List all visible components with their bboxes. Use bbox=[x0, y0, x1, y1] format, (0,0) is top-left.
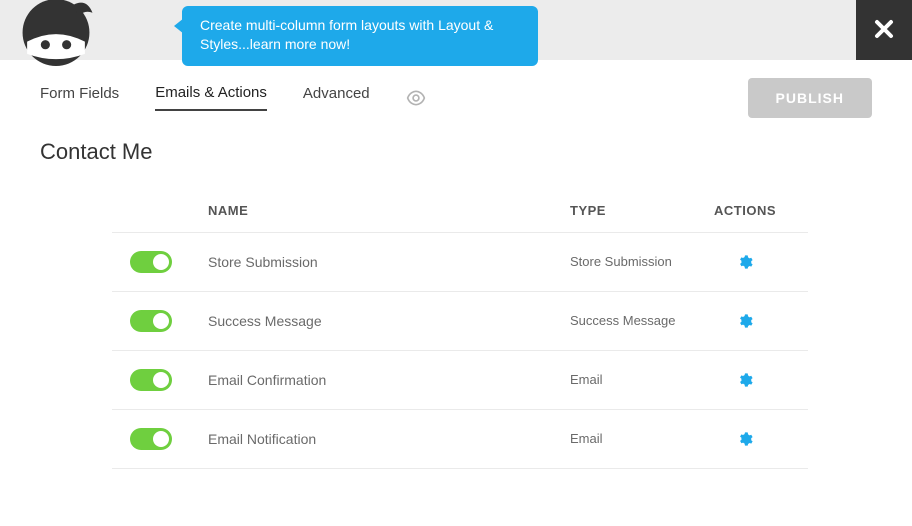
row-type: Store Submission bbox=[570, 253, 700, 271]
col-head-actions: ACTIONS bbox=[700, 203, 790, 218]
table-row: Email Confirmation Email bbox=[112, 350, 808, 409]
gear-icon[interactable] bbox=[737, 431, 753, 447]
toggle-switch[interactable] bbox=[130, 251, 172, 273]
ninja-logo bbox=[18, 0, 94, 66]
toggle-switch[interactable] bbox=[130, 428, 172, 450]
close-button[interactable] bbox=[856, 0, 912, 60]
tab-row: Form Fields Emails & Actions Advanced PU… bbox=[40, 84, 872, 111]
row-name[interactable]: Email Notification bbox=[208, 431, 570, 447]
top-banner: Create multi-column form layouts with La… bbox=[0, 0, 912, 60]
preview-icon[interactable] bbox=[406, 88, 426, 108]
table-header: NAME TYPE ACTIONS bbox=[112, 193, 808, 232]
gear-icon[interactable] bbox=[737, 313, 753, 329]
row-name[interactable]: Success Message bbox=[208, 313, 570, 329]
table-row: Store Submission Store Submission bbox=[112, 232, 808, 291]
main: Form Fields Emails & Actions Advanced PU… bbox=[0, 60, 912, 469]
publish-button[interactable]: PUBLISH bbox=[748, 78, 872, 118]
table-row: Email Notification Email bbox=[112, 409, 808, 469]
row-type: Email bbox=[570, 430, 700, 448]
tab-form-fields[interactable]: Form Fields bbox=[40, 85, 119, 110]
toggle-switch[interactable] bbox=[130, 310, 172, 332]
tab-advanced[interactable]: Advanced bbox=[303, 85, 370, 110]
page-title: Contact Me bbox=[40, 139, 872, 165]
gear-icon[interactable] bbox=[737, 254, 753, 270]
row-name[interactable]: Email Confirmation bbox=[208, 372, 570, 388]
gear-icon[interactable] bbox=[737, 372, 753, 388]
row-type: Success Message bbox=[570, 312, 700, 330]
promo-bubble[interactable]: Create multi-column form layouts with La… bbox=[182, 6, 538, 66]
tab-emails-actions[interactable]: Emails & Actions bbox=[155, 84, 267, 111]
promo-text: Create multi-column form layouts with La… bbox=[200, 17, 493, 52]
toggle-switch[interactable] bbox=[130, 369, 172, 391]
actions-table: NAME TYPE ACTIONS Store Submission Store… bbox=[112, 193, 808, 469]
table-row: Success Message Success Message bbox=[112, 291, 808, 350]
col-head-type: TYPE bbox=[570, 203, 700, 218]
row-name[interactable]: Store Submission bbox=[208, 254, 570, 270]
col-head-name: NAME bbox=[208, 203, 570, 218]
close-icon bbox=[874, 14, 894, 46]
row-type: Email bbox=[570, 371, 700, 389]
